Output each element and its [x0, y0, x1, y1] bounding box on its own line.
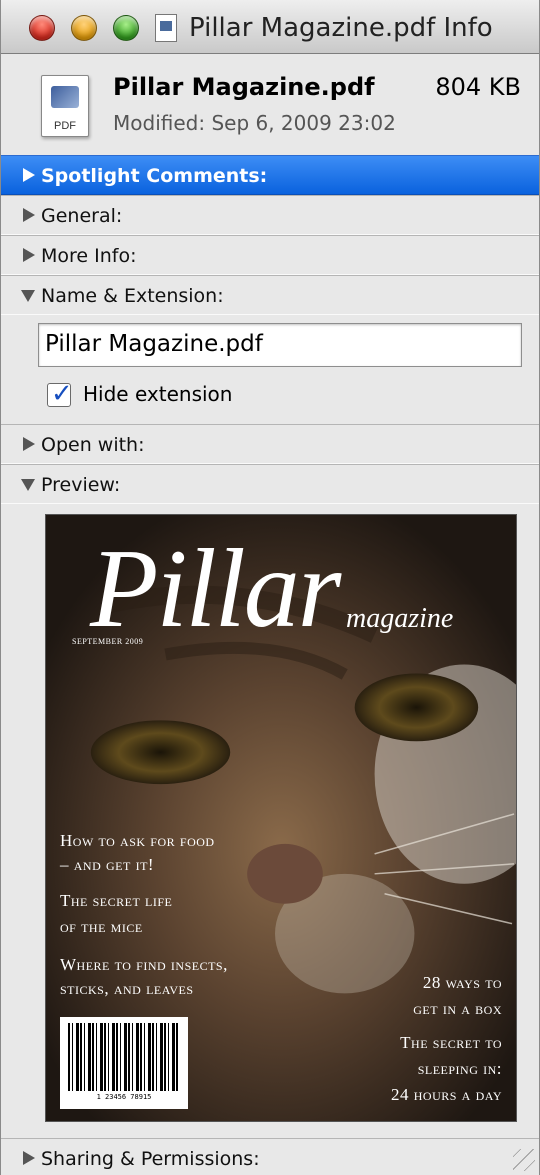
section-label: Sharing & Permissions:: [41, 1148, 260, 1170]
section-label: Open with:: [41, 434, 145, 456]
section-spotlight-comments[interactable]: Spotlight Comments:: [1, 155, 539, 195]
cover-line: The secret life: [60, 891, 173, 910]
pdf-preview-thumbnail: [51, 86, 79, 108]
info-window: Pillar Magazine.pdf Info PDF Pillar Maga…: [0, 0, 540, 1175]
magazine-date: SEPTEMBER 2009: [72, 637, 144, 646]
section-label: Name & Extension:: [41, 285, 224, 307]
cover-line: Where to find insects,: [60, 955, 228, 974]
cover-line: of the mice: [60, 917, 143, 936]
magazine-subtitle: magazine: [346, 603, 454, 634]
disclosure-triangle-icon[interactable]: [21, 290, 35, 302]
preview-image: Pillar magazine SEPTEMBER 2009 How to as…: [45, 514, 517, 1122]
zoom-button[interactable]: [113, 15, 139, 41]
cover-line: How to ask for food: [60, 831, 215, 850]
section-label: More Info:: [41, 245, 137, 267]
disclosure-triangle-icon[interactable]: [23, 168, 35, 182]
pdf-icon-label: PDF: [54, 120, 76, 132]
file-name-input[interactable]: Pillar Magazine.pdf: [38, 323, 522, 367]
disclosure-triangle-icon[interactable]: [23, 1151, 35, 1165]
cover-line: – and get it!: [60, 855, 155, 874]
file-size: 804 KB: [435, 73, 521, 101]
cover-line: get in a box: [413, 999, 502, 1018]
section-general[interactable]: General:: [1, 195, 539, 235]
section-label: Preview:: [41, 474, 121, 496]
file-header: PDF Pillar Magazine.pdf 804 KB Modified:…: [1, 55, 539, 155]
cover-line: The secret to: [400, 1033, 502, 1052]
file-name: Pillar Magazine.pdf: [113, 73, 375, 101]
section-preview[interactable]: Preview:: [1, 464, 539, 504]
checkmark-icon: ✓: [51, 378, 73, 408]
document-icon[interactable]: [155, 14, 177, 42]
section-label: Spotlight Comments:: [41, 165, 268, 187]
file-modified-date: Modified: Sep 6, 2009 23:02: [113, 111, 396, 135]
cover-line: 28 ways to: [422, 973, 502, 992]
hide-extension-label[interactable]: Hide extension: [83, 382, 232, 406]
cover-line: sticks, and leaves: [60, 979, 194, 998]
title-bar[interactable]: Pillar Magazine.pdf Info: [1, 0, 539, 54]
section-name-extension[interactable]: Name & Extension:: [1, 275, 539, 315]
cover-line: sleeping in:: [417, 1059, 502, 1078]
window-title: Pillar Magazine.pdf Info: [189, 13, 493, 43]
hide-extension-checkbox[interactable]: ✓: [47, 378, 73, 408]
section-label: General:: [41, 205, 123, 227]
section-more-info[interactable]: More Info:: [1, 235, 539, 275]
minimize-button[interactable]: [71, 15, 97, 41]
section-sharing-permissions[interactable]: Sharing & Permissions:: [1, 1138, 539, 1175]
barcode: 1 23456 78915: [60, 1017, 188, 1109]
magazine-title: Pillar: [90, 527, 341, 651]
close-button[interactable]: [29, 15, 55, 41]
disclosure-triangle-icon[interactable]: [23, 437, 35, 451]
disclosure-triangle-icon[interactable]: [23, 208, 35, 222]
barcode-bars: [68, 1023, 180, 1091]
section-open-with[interactable]: Open with:: [1, 424, 539, 464]
disclosure-triangle-icon[interactable]: [23, 248, 35, 262]
barcode-digits: 1 23456 78915: [96, 1093, 152, 1101]
resize-grip-icon[interactable]: [513, 1149, 535, 1171]
pdf-file-icon[interactable]: PDF: [41, 75, 89, 137]
disclosure-triangle-icon[interactable]: [21, 479, 35, 491]
cover-line: 24 hours a day: [391, 1085, 502, 1104]
